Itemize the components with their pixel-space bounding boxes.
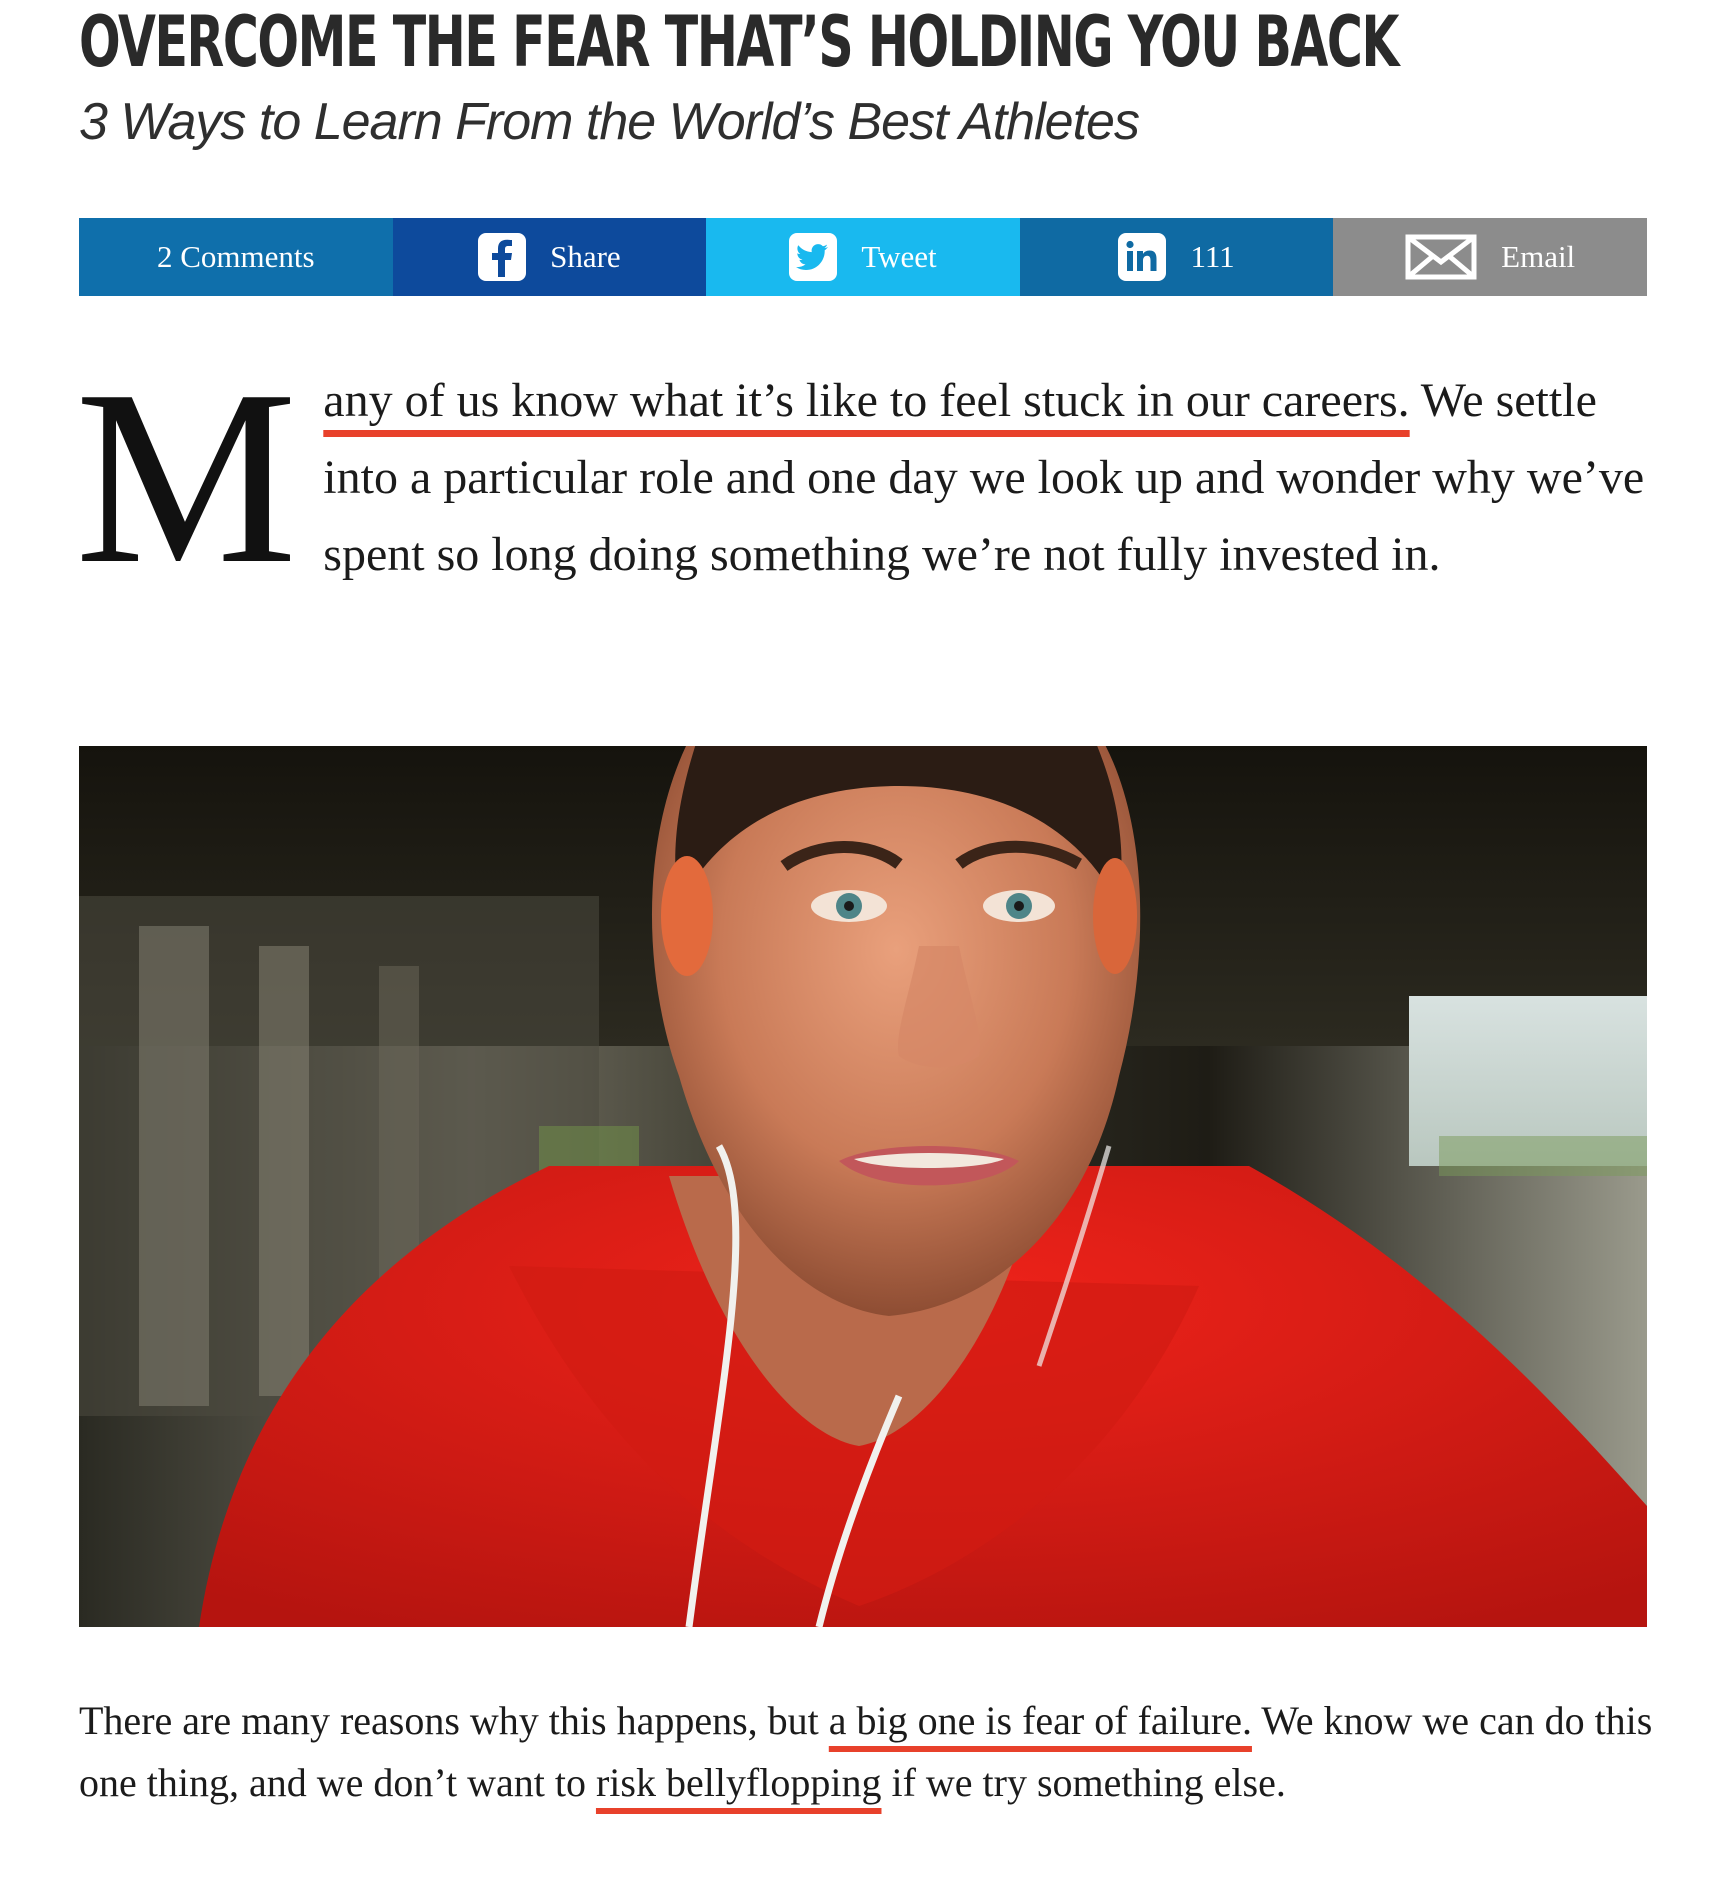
para2-part1: There are many reasons why this happens,… [79, 1698, 829, 1743]
para2-highlight-fear: a big one is fear of failure. [828, 1698, 1252, 1743]
tweet-button[interactable]: Tweet [706, 218, 1020, 296]
athlete-photo [79, 746, 1647, 1627]
share-label: Share [550, 239, 621, 274]
tweet-label: Tweet [861, 239, 937, 274]
envelope-icon [1405, 234, 1477, 280]
highlighted-sentence: any of us know what it’s like to feel st… [323, 374, 1410, 427]
article-subtitle: 3 Ways to Learn From the World’s Best At… [79, 93, 1140, 151]
comments-button[interactable]: 2 Comments [79, 218, 393, 296]
facebook-share-button[interactable]: Share [392, 218, 707, 296]
para2-highlight-risk: risk bellyflopping [595, 1760, 882, 1805]
share-bar: 2 Comments Share Tweet 111 Email [79, 218, 1647, 296]
email-share-button[interactable]: Email [1333, 218, 1647, 296]
linkedin-share-button[interactable]: 111 [1019, 218, 1334, 296]
drop-cap: M [75, 339, 298, 616]
para2-part3: if we try something else. [881, 1760, 1286, 1805]
intro-paragraph: Many of us know what it’s like to feel s… [75, 353, 1647, 603]
linkedin-icon [1118, 233, 1167, 281]
article-title: Overcome the Fear That’s Holding You Bac… [79, 1, 1399, 83]
facebook-icon [478, 233, 527, 281]
linkedin-count: 111 [1190, 239, 1235, 274]
email-label: Email [1501, 239, 1576, 274]
twitter-icon [789, 233, 838, 281]
body-paragraph: There are many reasons why this happens,… [79, 1690, 1659, 1814]
comments-label: 2 Comments [157, 239, 315, 274]
